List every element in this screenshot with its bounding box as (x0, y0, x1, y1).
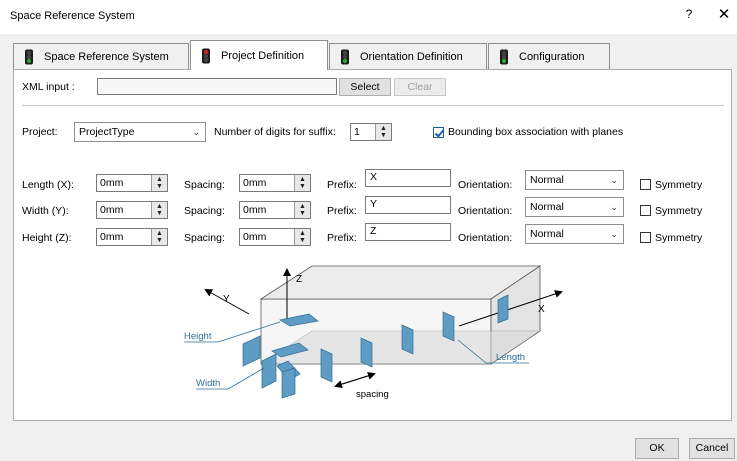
height-spacing-stepper[interactable]: 0mm ▲ ▼ (239, 228, 311, 246)
length-spacing-value: 0mm (243, 177, 267, 189)
length-plane (401, 324, 414, 355)
spin-arrows-icon[interactable]: ▲ ▼ (151, 202, 167, 218)
project-label: Project: (22, 126, 58, 138)
spin-arrows-icon[interactable]: ▲ ▼ (151, 229, 167, 245)
chevron-down-icon: ⌄ (610, 202, 618, 212)
width-symmetry-label: Symmetry (655, 205, 703, 217)
tab-label: Project Definition (221, 49, 305, 62)
width-orientation-value: Normal (530, 201, 564, 213)
tab-configuration[interactable]: Configuration (488, 43, 610, 69)
width-orientation-label: Orientation: (458, 205, 513, 217)
spin-arrows-icon[interactable]: ▲ ▼ (294, 229, 310, 245)
tab-label: Orientation Definition (360, 50, 463, 63)
tab-orientation-definition[interactable]: Orientation Definition (329, 43, 487, 69)
tab-space-reference-system[interactable]: Space Reference System (13, 43, 189, 69)
length-symmetry-checkbox[interactable] (640, 179, 651, 190)
width-plane (242, 335, 261, 367)
length-orientation-value: Normal (530, 174, 564, 186)
height-prefix-input[interactable]: Z (365, 223, 451, 241)
height-orientation-value: Normal (530, 228, 564, 240)
length-stepper[interactable]: 0mm ▲ ▼ (96, 174, 168, 192)
length-label: Length (X): (22, 179, 74, 191)
divider (22, 105, 724, 106)
reference-system-diagram: Z Y X Height Width Length spacing (24, 254, 721, 416)
chevron-down-icon: ⌄ (610, 229, 618, 239)
width-label: Width (Y): (22, 205, 69, 217)
bounding-box-illustration: Z Y X Height Width Length spacing (184, 265, 563, 400)
traffic-light-green-icon (25, 49, 33, 64)
length-orientation-label: Orientation: (458, 179, 513, 191)
chevron-down-icon: ⌄ (192, 127, 200, 137)
width-stepper[interactable]: 0mm ▲ ▼ (96, 201, 168, 219)
width-spacing-label: Spacing: (184, 205, 225, 217)
width-symmetry-checkbox[interactable] (640, 205, 651, 216)
height-label: Height (Z): (22, 232, 72, 244)
spin-arrows-icon[interactable]: ▲ ▼ (294, 202, 310, 218)
cancel-button[interactable]: Cancel (689, 438, 735, 459)
height-symmetry-label: Symmetry (655, 232, 703, 244)
window-title: Space Reference System (10, 10, 135, 22)
spin-arrows-icon[interactable]: ▲ ▼ (375, 124, 391, 140)
z-axis-label: Z (296, 274, 302, 285)
xml-input-label: XML input : (22, 81, 75, 93)
help-button[interactable]: ? (682, 7, 696, 25)
title-bar: Space Reference System ? ✕ (0, 0, 737, 34)
height-orientation-label: Orientation: (458, 232, 513, 244)
xml-input-field[interactable] (97, 78, 337, 95)
length-plane (442, 311, 455, 342)
x-axis-label: X (538, 304, 545, 315)
height-stepper[interactable]: 0mm ▲ ▼ (96, 228, 168, 246)
spacing-callout-label: spacing (356, 389, 389, 400)
width-orientation-select[interactable]: Normal ⌄ (525, 197, 624, 217)
digits-label: Number of digits for suffix: (214, 126, 336, 138)
digits-stepper[interactable]: 1 ▲ ▼ (350, 123, 392, 141)
close-button[interactable]: ✕ (716, 5, 732, 25)
width-spacing-stepper[interactable]: 0mm ▲ ▼ (239, 201, 311, 219)
length-spacing-stepper[interactable]: 0mm ▲ ▼ (239, 174, 311, 192)
length-prefix-input[interactable]: X (365, 169, 451, 187)
height-spacing-value: 0mm (243, 231, 267, 243)
width-plane (281, 367, 296, 399)
tab-label: Configuration (519, 50, 585, 63)
width-prefix-label: Prefix: (327, 205, 357, 217)
spin-arrows-icon[interactable]: ▲ ▼ (151, 175, 167, 191)
width-spacing-value: 0mm (243, 204, 267, 216)
traffic-light-red-icon (202, 48, 210, 63)
height-prefix-label: Prefix: (327, 232, 357, 244)
spin-arrows-icon[interactable]: ▲ ▼ (294, 175, 310, 191)
length-plane (360, 337, 373, 368)
width-value: 0mm (100, 204, 124, 216)
width-prefix-input[interactable]: Y (365, 196, 451, 214)
width-callout-label: Width (196, 378, 220, 389)
bbox-association-checkbox[interactable] (433, 127, 444, 138)
height-symmetry-checkbox[interactable] (640, 232, 651, 243)
select-button[interactable]: Select (339, 78, 391, 96)
tab-project-definition[interactable]: Project Definition (190, 40, 328, 70)
chevron-down-icon: ⌄ (610, 175, 618, 185)
digits-value: 1 (354, 126, 360, 138)
traffic-light-green-icon (500, 49, 508, 64)
y-axis-label: Y (223, 294, 230, 305)
clear-button[interactable]: Clear (394, 78, 446, 96)
length-spacing-label: Spacing: (184, 179, 225, 191)
length-plane (497, 294, 509, 324)
height-orientation-select[interactable]: Normal ⌄ (525, 224, 624, 244)
bbox-association-label: Bounding box association with planes (448, 126, 624, 138)
ok-button[interactable]: OK (635, 438, 679, 459)
tab-label: Space Reference System (44, 50, 169, 63)
length-callout-label: Length (496, 352, 525, 363)
traffic-light-green-icon (341, 49, 349, 64)
project-select-value: ProjectType (79, 126, 135, 138)
length-symmetry-label: Symmetry (655, 179, 703, 191)
height-value: 0mm (100, 231, 124, 243)
length-orientation-select[interactable]: Normal ⌄ (525, 170, 624, 190)
project-definition-panel: XML input : Select Clear Project: Projec… (13, 69, 732, 421)
height-spacing-label: Spacing: (184, 232, 225, 244)
length-value: 0mm (100, 177, 124, 189)
length-plane (320, 348, 333, 383)
height-callout-label: Height (184, 331, 212, 342)
project-select[interactable]: ProjectType ⌄ (74, 122, 206, 142)
length-prefix-label: Prefix: (327, 179, 357, 191)
